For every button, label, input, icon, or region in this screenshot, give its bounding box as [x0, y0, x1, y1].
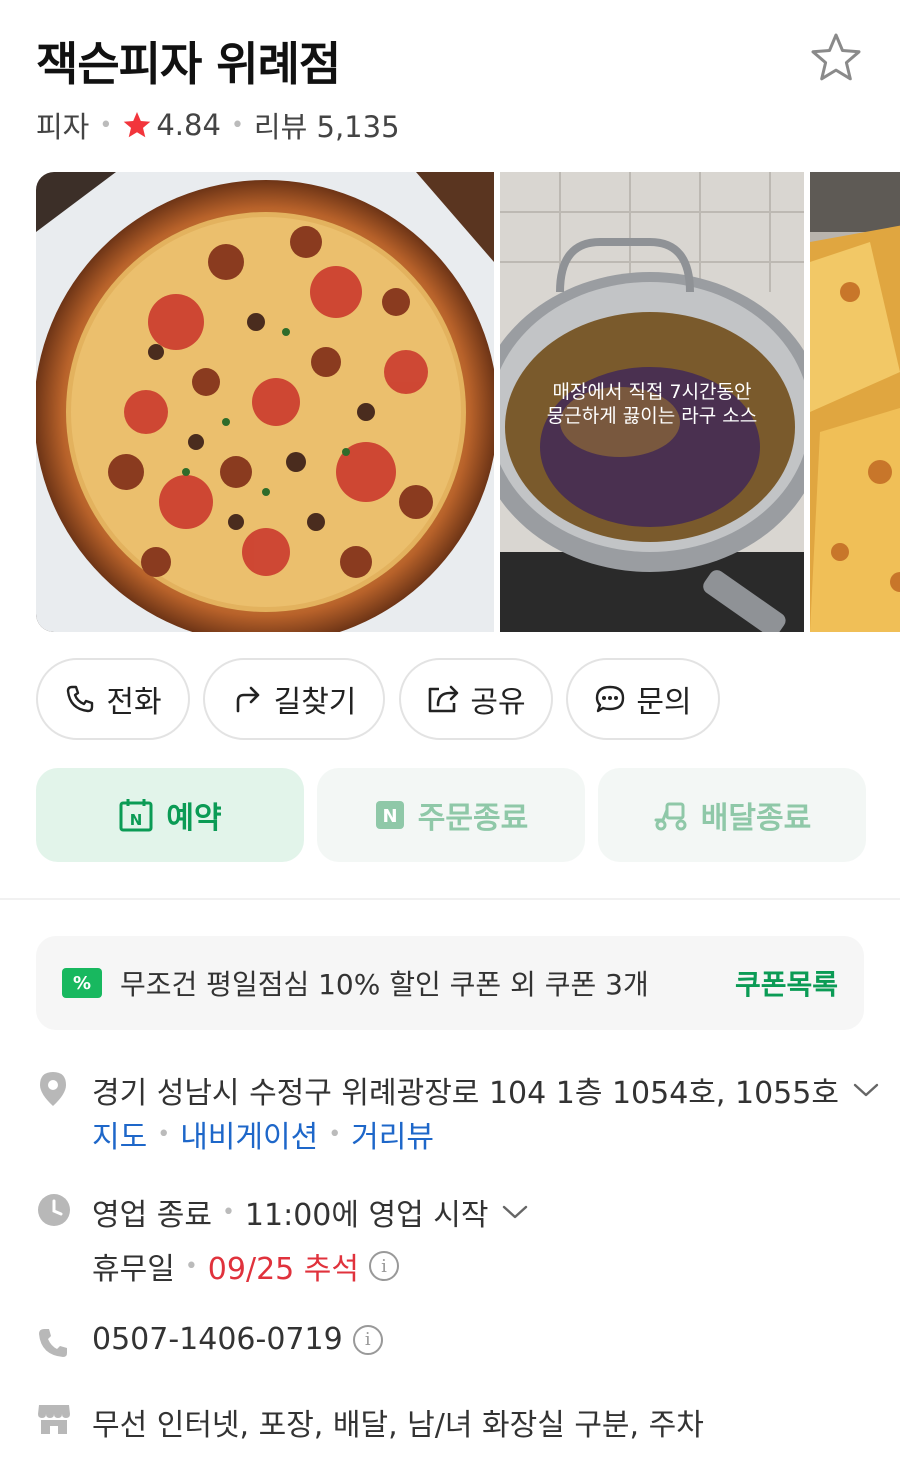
rating-star-icon — [124, 112, 151, 138]
coupon-list-link[interactable]: 쿠폰목록 — [735, 963, 838, 1003]
order-label: 주문종료 — [417, 801, 529, 836]
separator-dot: • — [99, 112, 113, 138]
hours-row[interactable]: 영업 종료 • 11:00에 영업 시작 — [92, 1190, 528, 1234]
streetview-link[interactable]: 거리뷰 — [351, 1112, 434, 1156]
sauce-photo[interactable]: 매장에서 직접 7시간동안 뭉근하게 끓이는 라구 소스 — [500, 172, 804, 632]
directions-button[interactable]: 길찾기 — [203, 658, 385, 740]
delivery-button[interactable]: 배달종료 — [598, 768, 866, 862]
rating-value: 4.84 — [156, 108, 221, 142]
address-row[interactable]: 경기 성남시 수정구 위례광장로 104 1층 1054호, 1055호 — [92, 1068, 879, 1112]
clock-icon — [38, 1194, 70, 1226]
holiday-row: 휴무일 • 09/25 추석 i — [92, 1244, 399, 1288]
chat-bubble-icon — [596, 685, 625, 713]
separator-dot: • — [157, 1121, 171, 1147]
svg-text:N: N — [130, 811, 143, 829]
category-label: 피자 — [36, 110, 90, 144]
inquiry-label: 문의 — [636, 685, 692, 720]
address-links: 지도 • 내비게이션 • 거리뷰 — [92, 1112, 434, 1156]
coupon-percent-icon: % — [62, 968, 102, 998]
coupon-banner[interactable]: % 무조건 평일점심 10% 할인 쿠폰 외 쿠폰 3개 쿠폰목록 — [36, 936, 864, 1030]
separator-dot: • — [328, 1121, 342, 1147]
reserve-label: 예약 — [166, 801, 222, 836]
info-icon[interactable]: i — [352, 1324, 383, 1355]
business-status: 영업 종료 — [92, 1198, 212, 1233]
caption-line-1: 매장에서 직접 7시간동안 — [553, 381, 752, 403]
address-text: 경기 성남시 수정구 위례광장로 104 1층 1054호, 1055호 — [92, 1076, 839, 1111]
rating: 4.84 — [122, 108, 221, 142]
chevron-down-icon[interactable] — [502, 1204, 528, 1220]
opening-time: 11:00에 영업 시작 — [244, 1198, 489, 1233]
info-icon[interactable]: i — [369, 1251, 399, 1281]
amenities-row: 무선 인터넷, 포장, 배달, 남/녀 화장실 구분, 주차 — [92, 1400, 704, 1444]
directions-label: 길찾기 — [273, 685, 357, 720]
map-link[interactable]: 지도 — [92, 1112, 147, 1156]
naver-calendar-icon: N — [119, 799, 153, 832]
separator-dot: • — [184, 1253, 198, 1279]
separator-dot: • — [230, 112, 244, 138]
inquiry-button[interactable]: 문의 — [566, 658, 720, 740]
phone-icon — [39, 1329, 67, 1357]
place-meta: 피자 • 4.84 • 리뷰 5,135 — [36, 104, 400, 146]
directions-arrow-icon — [236, 686, 259, 713]
reserve-button[interactable]: N 예약 — [36, 768, 304, 862]
holiday-value: 09/25 추석 — [207, 1252, 359, 1287]
pizza-photo[interactable] — [36, 172, 494, 632]
caption-line-2: 뭉근하게 끓이는 라구 소스 — [547, 405, 757, 427]
share-icon — [429, 685, 459, 713]
holiday-label: 휴무일 — [92, 1252, 175, 1287]
navigation-link[interactable]: 내비게이션 — [180, 1112, 318, 1156]
call-label: 전화 — [106, 685, 162, 720]
location-pin-icon — [40, 1072, 66, 1106]
photo-gallery[interactable]: 매장에서 직접 7시간동안 뭉근하게 끓이는 라구 소스 — [36, 172, 900, 632]
phone-icon — [67, 685, 94, 713]
delivery-scooter-icon — [654, 802, 687, 831]
order-button[interactable]: N 주문종료 — [317, 768, 585, 862]
store-icon — [38, 1405, 70, 1434]
favorite-star-icon[interactable] — [808, 30, 864, 86]
share-button[interactable]: 공유 — [399, 658, 553, 740]
place-title: 잭슨피자 위례점 — [36, 37, 341, 91]
naver-order-icon: N — [375, 801, 404, 829]
review-count[interactable]: 리뷰 5,135 — [254, 104, 400, 146]
section-divider — [0, 898, 900, 900]
share-label: 공유 — [470, 685, 526, 720]
cheese-pizza-photo[interactable] — [810, 172, 900, 632]
svg-text:N: N — [382, 806, 397, 827]
chevron-down-icon[interactable] — [853, 1082, 879, 1098]
amenities-text: 무선 인터넷, 포장, 배달, 남/녀 화장실 구분, 주차 — [92, 1408, 704, 1443]
phone-number[interactable]: 0507-1406-0719 — [92, 1322, 343, 1357]
delivery-label: 배달종료 — [700, 801, 812, 836]
coupon-text: 무조건 평일점심 10% 할인 쿠폰 외 쿠폰 3개 — [120, 968, 649, 1001]
call-button[interactable]: 전화 — [36, 658, 190, 740]
phone-row[interactable]: 0507-1406-0719 i — [92, 1322, 383, 1357]
separator-dot: • — [221, 1199, 235, 1225]
